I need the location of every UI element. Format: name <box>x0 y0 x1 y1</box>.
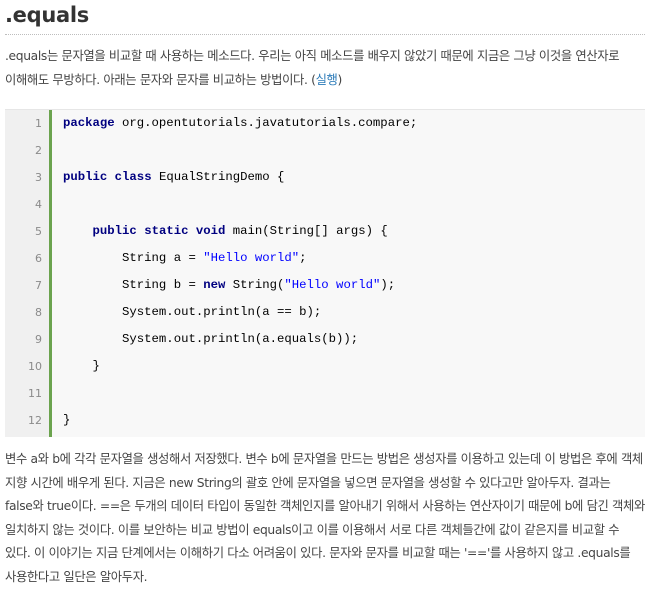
code-text: public static void main(String[] args) { <box>63 218 388 245</box>
code-line: 7 String b = new String("Hello world"); <box>5 272 645 299</box>
code-string: "Hello world" <box>203 251 300 265</box>
code-text: public class EqualStringDemo { <box>63 164 284 191</box>
code-keyword: static <box>144 224 189 238</box>
code-token: } <box>63 359 100 373</box>
code-line: 9 System.out.println(a.equals(b)); <box>5 326 645 353</box>
code-line: 3 public class EqualStringDemo { <box>5 164 645 191</box>
code-text: System.out.println(a == b); <box>63 299 321 326</box>
line-number: 5 <box>35 225 42 238</box>
code-keyword: new <box>203 278 226 292</box>
code-text: } <box>63 353 100 380</box>
line-number: 12 <box>28 414 42 427</box>
code-token: org.opentutorials.javatutorials.compare; <box>114 116 418 130</box>
code-line: 8 System.out.println(a == b); <box>5 299 645 326</box>
line-number: 2 <box>35 144 42 157</box>
explanation-paragraph: 변수 a와 b에 각각 문자열을 생성해서 저장했다. 변수 b에 문자열을 만… <box>5 452 645 584</box>
article: .equals .equals는 문자열을 비교할 때 사용하는 메소드다. 우… <box>0 0 652 591</box>
code-token: String a = <box>63 251 204 265</box>
line-number: 4 <box>35 198 42 211</box>
line-number: 10 <box>28 360 42 373</box>
code-token: ; <box>299 251 307 265</box>
code-line: 4 <box>5 191 645 218</box>
code-text: System.out.println(a.equals(b)); <box>63 326 358 353</box>
code-token: String( <box>225 278 285 292</box>
code-text: String b = new String("Hello world"); <box>63 272 395 299</box>
code-token: } <box>63 413 71 427</box>
line-number: 7 <box>35 279 42 292</box>
intro-paragraph: .equals는 문자열을 비교할 때 사용하는 메소드다. 우리는 아직 메소… <box>5 45 648 92</box>
code-keyword: public <box>92 224 137 238</box>
code-line: 2 <box>5 137 645 164</box>
code-line: 11 <box>5 380 645 407</box>
code-line: 1 package org.opentutorials.javatutorials… <box>5 110 645 137</box>
intro-text: .equals는 문자열을 비교할 때 사용하는 메소드다. 우리는 아직 메소… <box>5 49 620 87</box>
code-block: 1 package org.opentutorials.javatutorials… <box>5 109 645 437</box>
code-line: 6 String a = "Hello world"; <box>5 245 645 272</box>
code-token: EqualStringDemo { <box>151 170 285 184</box>
run-link[interactable]: 실행 <box>316 73 338 87</box>
line-number: 8 <box>35 306 42 319</box>
code-line: 12} <box>5 407 645 434</box>
code-token: main(String[] args) { <box>225 224 388 238</box>
code-line: 5 public static void main(String[] args)… <box>5 218 645 245</box>
line-number: 1 <box>35 117 42 130</box>
code-text: package org.opentutorials.javatutorials.… <box>63 110 417 137</box>
code-token: System.out.println(a == b); <box>63 305 322 319</box>
section-heading: .equals <box>5 3 89 27</box>
heading-divider <box>5 34 645 35</box>
code-string: "Hello world" <box>284 278 381 292</box>
line-number: 9 <box>35 333 42 346</box>
code-token: System.out.println(a.equals(b)); <box>63 332 359 346</box>
code-text: String a = "Hello world"; <box>63 245 307 272</box>
code-line: 10 } <box>5 353 645 380</box>
code-text: } <box>63 407 70 434</box>
code-keyword: class <box>114 170 152 184</box>
code-keyword: void <box>195 224 226 238</box>
intro-text-end: ) <box>337 72 343 87</box>
code-keyword: public <box>63 170 108 184</box>
code-token: String b = <box>63 278 204 292</box>
code-token: ); <box>380 278 396 292</box>
line-number: 6 <box>35 252 42 265</box>
line-number: 11 <box>28 387 42 400</box>
line-number: 3 <box>35 171 42 184</box>
code-keyword: package <box>63 116 115 130</box>
